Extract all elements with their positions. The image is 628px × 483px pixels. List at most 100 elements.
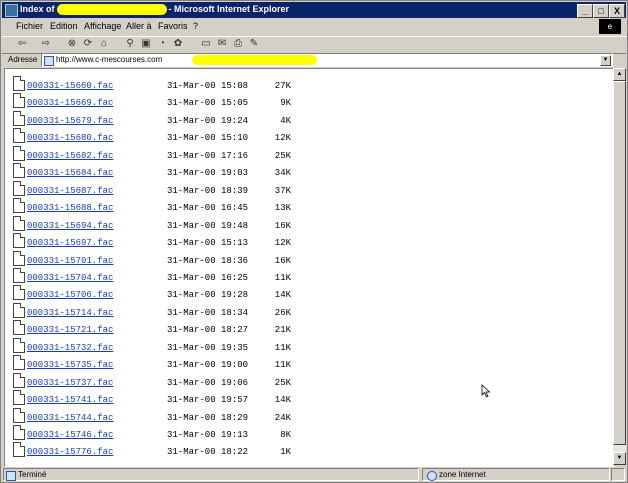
list-item: 000331-15684.fac 31-Mar-00 19:03 34K bbox=[5, 163, 605, 180]
file-icon bbox=[13, 145, 25, 161]
refresh-icon[interactable]: ⟳ bbox=[82, 38, 94, 50]
file-date: 31-Mar-00 19:13 bbox=[167, 430, 249, 440]
file-link[interactable]: 000331-15704.fac bbox=[27, 273, 113, 283]
resize-grip[interactable] bbox=[611, 468, 625, 481]
menu-favoris[interactable]: Favoris bbox=[158, 21, 188, 31]
file-icon bbox=[13, 442, 25, 458]
menu-fichier[interactable]: Fichier bbox=[16, 21, 43, 31]
forward-icon[interactable]: ⇨ bbox=[40, 38, 52, 50]
back-icon[interactable]: ⇦ bbox=[16, 38, 28, 50]
directory-listing: 000331-15660.fac 31-Mar-00 15:08 27K 000331… bbox=[4, 68, 614, 467]
menu-help[interactable]: ? bbox=[193, 21, 198, 31]
channels-icon[interactable]: ✿ bbox=[172, 38, 184, 50]
file-link[interactable]: 000331-15714.fac bbox=[27, 308, 113, 318]
file-link[interactable]: 000331-15721.fac bbox=[27, 325, 113, 335]
file-icon bbox=[13, 93, 25, 109]
list-item: 000331-15660.fac 31-Mar-00 15:08 27K bbox=[5, 76, 605, 93]
history-icon[interactable]: ◔ bbox=[156, 38, 168, 50]
file-icon bbox=[13, 163, 25, 179]
file-link[interactable]: 000331-15746.fac bbox=[27, 430, 113, 440]
file-link[interactable]: 000331-15660.fac bbox=[27, 81, 113, 91]
redaction-mark bbox=[192, 55, 317, 65]
favorites-icon[interactable]: ▣ bbox=[140, 38, 152, 50]
file-icon bbox=[13, 390, 25, 406]
list-item: 000331-15721.fac 31-Mar-00 18:27 21K bbox=[5, 320, 605, 337]
mail-icon[interactable]: ✉ bbox=[216, 38, 228, 50]
address-url[interactable]: http://www.c-mescourses.com bbox=[56, 55, 162, 64]
file-link[interactable]: 000331-15679.fac bbox=[27, 116, 113, 126]
file-icon bbox=[13, 407, 25, 423]
search-icon[interactable]: ⚲ bbox=[124, 38, 136, 50]
vertical-scrollbar[interactable]: ▲ ▼ bbox=[613, 68, 626, 465]
file-date: 31-Mar-00 15:13 bbox=[167, 238, 249, 249]
menu-edition[interactable]: Edition bbox=[50, 21, 78, 31]
file-link[interactable]: 000331-15688.fac bbox=[27, 203, 113, 213]
file-size: 25K bbox=[274, 150, 291, 161]
list-item: 000331-15697.fac 31-Mar-00 15:13 12K bbox=[5, 233, 605, 250]
file-link[interactable]: 000331-15735.fac bbox=[27, 360, 113, 370]
file-link[interactable]: 000331-15706.fac bbox=[27, 290, 113, 300]
status-bar: Terminé zone Internet bbox=[2, 467, 626, 481]
minimize-button[interactable]: _ bbox=[577, 4, 593, 18]
file-link[interactable]: 000331-15744.fac bbox=[27, 413, 113, 423]
file-link[interactable]: 000331-15737.fac bbox=[27, 378, 113, 388]
file-size: 1K bbox=[280, 447, 291, 458]
file-size: 13K bbox=[274, 203, 291, 214]
list-item: 000331-15680.fac 31-Mar-00 15:10 12K bbox=[5, 128, 605, 145]
file-link[interactable]: 000331-15701.fac bbox=[27, 256, 113, 266]
file-link[interactable]: 000331-15680.fac bbox=[27, 133, 113, 143]
file-link[interactable]: 000331-15776.fac bbox=[27, 447, 113, 457]
home-icon[interactable]: ⌂ bbox=[98, 38, 110, 50]
scroll-down-button[interactable]: ▼ bbox=[613, 452, 626, 465]
file-size: 14K bbox=[274, 395, 291, 406]
maximize-button[interactable]: □ bbox=[593, 4, 609, 18]
file-icon bbox=[13, 425, 25, 440]
file-size: 11K bbox=[274, 342, 291, 353]
print-icon[interactable]: ⎙ bbox=[232, 38, 244, 50]
address-label: Adresse bbox=[8, 55, 38, 64]
browser-window: Index of - Microsoft Internet Explorer _ … bbox=[0, 0, 628, 483]
file-date: 31-Mar-00 19:35 bbox=[167, 342, 249, 353]
file-date: 31-Mar-00 17:16 bbox=[167, 150, 249, 161]
address-input[interactable]: http://www.c-mescourses.com ▼ bbox=[41, 53, 613, 67]
list-item: 000331-15735.fac 31-Mar-00 19:00 11K bbox=[5, 355, 605, 372]
file-date: 31-Mar-00 16:45 bbox=[167, 203, 249, 214]
file-icon bbox=[13, 372, 25, 388]
close-button[interactable]: X bbox=[609, 4, 625, 18]
file-link[interactable]: 000331-15694.fac bbox=[27, 221, 113, 231]
file-icon bbox=[13, 320, 25, 336]
edit-icon[interactable]: ✎ bbox=[248, 38, 260, 50]
file-icon bbox=[13, 198, 25, 214]
file-link[interactable]: 000331-15684.fac bbox=[27, 168, 113, 178]
menu-aller[interactable]: Aller à bbox=[126, 21, 152, 31]
file-link[interactable]: 000331-15682.fac bbox=[27, 151, 113, 161]
title-bar: Index of - Microsoft Internet Explorer _ … bbox=[2, 2, 626, 18]
zone-panel: zone Internet bbox=[422, 468, 610, 481]
menu-bar: Fichier Edition Affichage Aller à Favori… bbox=[2, 19, 626, 35]
fullscreen-icon[interactable]: ▭ bbox=[200, 38, 212, 50]
file-date: 31-Mar-00 18:34 bbox=[167, 307, 249, 318]
file-icon bbox=[13, 337, 25, 353]
file-size: 34K bbox=[274, 168, 291, 179]
address-dropdown-button[interactable]: ▼ bbox=[600, 55, 611, 66]
file-link[interactable]: 000331-15687.fac bbox=[27, 186, 113, 196]
list-item: 000331-15776.fac 31-Mar-00 18:22 1K bbox=[5, 442, 605, 459]
file-size: 12K bbox=[274, 238, 291, 249]
file-icon bbox=[13, 110, 25, 126]
file-link[interactable]: 000331-15741.fac bbox=[27, 395, 113, 405]
file-date: 31-Mar-00 18:39 bbox=[167, 185, 249, 196]
list-item: 000331-15679.fac 31-Mar-00 19:24 4K bbox=[5, 110, 605, 128]
list-item: 000331-15714.fac 31-Mar-00 18:34 26K bbox=[5, 302, 605, 320]
stop-icon[interactable]: ⊗ bbox=[66, 38, 78, 50]
menu-affichage[interactable]: Affichage bbox=[84, 21, 121, 31]
file-size: 8K bbox=[280, 430, 291, 440]
file-link[interactable]: 000331-15669.fac bbox=[27, 98, 113, 108]
list-item: 000331-15687.fac 31-Mar-00 18:39 37K bbox=[5, 180, 605, 198]
scroll-up-button[interactable]: ▲ bbox=[613, 68, 626, 81]
file-link[interactable]: 000331-15697.fac bbox=[27, 238, 113, 248]
file-size: 14K bbox=[274, 290, 291, 301]
file-link[interactable]: 000331-15732.fac bbox=[27, 343, 113, 353]
mouse-cursor-icon bbox=[481, 384, 491, 398]
globe-icon bbox=[427, 471, 437, 481]
scroll-thumb[interactable] bbox=[613, 81, 626, 445]
